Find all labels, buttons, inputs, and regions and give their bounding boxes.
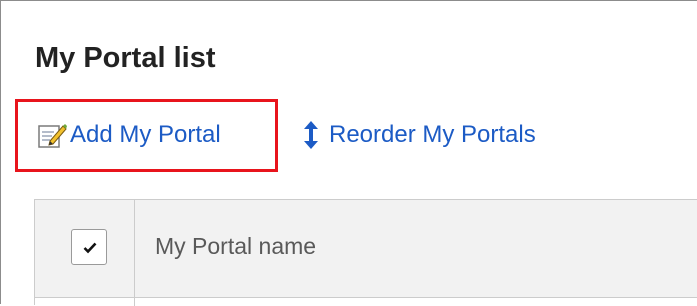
add-my-portal-link[interactable]: Add My Portal bbox=[37, 119, 221, 151]
portal-table: My Portal name bbox=[34, 199, 697, 306]
reorder-my-portals-label: Reorder My Portals bbox=[329, 121, 536, 148]
column-header-portal-name: My Portal name bbox=[155, 233, 317, 259]
page-title: My Portal list bbox=[35, 42, 216, 74]
reorder-my-portals-link[interactable]: Reorder My Portals bbox=[299, 119, 536, 151]
up-down-arrow-icon bbox=[299, 119, 323, 151]
column-divider bbox=[134, 200, 135, 306]
add-my-portal-label: Add My Portal bbox=[70, 121, 221, 148]
edit-note-icon bbox=[37, 121, 67, 149]
page-frame: My Portal list Add My Portal Reorder My … bbox=[0, 0, 697, 306]
select-all-checkbox[interactable] bbox=[71, 229, 107, 265]
checkmark-icon bbox=[83, 242, 97, 254]
